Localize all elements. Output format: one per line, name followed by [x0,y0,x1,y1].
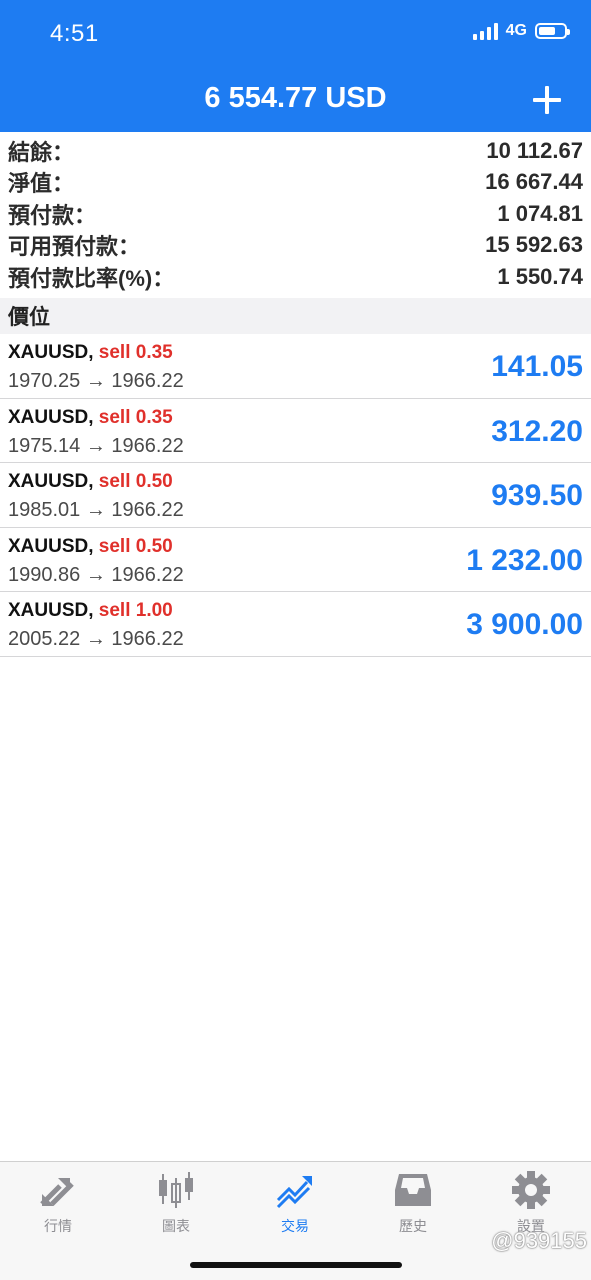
tab-label: 圖表 [162,1218,190,1234]
summary-value: 10 112.67 [486,137,583,163]
summary-row-margin-level: 預付款比率(%)： 1 550.74 [0,261,591,293]
status-icons: 4G [472,22,570,40]
position-row[interactable]: XAUUSD, sell 0.50 1985.01 → 1966.22 939.… [0,463,591,528]
position-symbol: XAUUSD, [8,471,94,492]
position-side: sell 0.35 [98,342,173,363]
tab-settings[interactable]: 設置 [481,1170,581,1236]
tab-history[interactable]: 歷史 [363,1170,463,1236]
position-row[interactable]: XAUUSD, sell 1.00 2005.22 → 1966.22 3 90… [0,592,591,657]
position-row[interactable]: XAUUSD, sell 0.35 1970.25 → 1966.22 141.… [0,334,591,399]
summary-label: 淨值： [8,171,75,197]
status-time: 4:51 [50,20,99,47]
summary-row-margin: 預付款： 1 074.81 [0,198,591,230]
quotes-arrows-icon [40,1178,74,1206]
add-order-button[interactable] [533,86,561,114]
position-profit: 312.20 [491,414,583,448]
position-side: sell 0.35 [98,406,173,428]
summary-label: 預付款： [8,202,97,228]
home-indicator[interactable] [190,1262,402,1268]
position-prices: 1985.01 → 1966.22 [8,499,184,521]
watermark-text: @939155 [491,1228,587,1253]
summary-row-equity: 淨值： 16 667.44 [0,167,591,199]
top-bar: 4:51 4G 6 554.77 USD [0,0,591,132]
position-prices: 1970.25 → 1966.22 [8,370,184,392]
summary-row-free-margin: 可用預付款： 15 592.63 [0,230,591,262]
position-profit: 939.50 [491,479,583,512]
tab-label: 行情 [44,1218,72,1234]
account-balance-title: 6 554.77 USD [204,82,387,114]
position-profit: 141.05 [491,350,583,383]
summary-value: 15 592.63 [485,232,583,258]
signal-icon [472,22,498,40]
tab-chart[interactable]: 圖表 [126,1170,226,1236]
summary-value: 1 074.81 [497,200,583,226]
tab-trade[interactable]: 交易 [245,1170,345,1236]
candlestick-icon [159,1172,193,1208]
summary-value: 1 550.74 [497,263,583,289]
position-symbol: XAUUSD, [8,406,94,428]
position-prices: 1990.86 → 1966.22 [8,563,184,586]
position-prices: 1975.14 → 1966.22 [8,434,184,457]
summary-label: 可用預付款： [8,234,141,260]
position-side: sell 0.50 [98,535,173,557]
tab-label: 歷史 [399,1218,427,1234]
position-prices: 2005.22 → 1966.22 [8,628,184,650]
network-label: 4G [505,22,527,39]
position-profit: 1 232.00 [466,543,583,577]
tab-label: 交易 [281,1218,309,1234]
inbox-history-icon [395,1174,431,1206]
gear-icon [512,1171,550,1209]
summary-row-balance: 結餘： 10 112.67 [0,135,591,167]
position-row[interactable]: XAUUSD, sell 0.35 1975.14 → 1966.22 312.… [0,399,591,463]
tab-quotes[interactable]: 行情 [8,1170,108,1236]
positions-section-header: 價位 [0,298,591,334]
trade-trend-icon [276,1176,312,1209]
summary-label: 預付款比率(%)： [8,265,175,291]
account-summary: 結餘： 10 112.67 淨值： 16 667.44 預付款： 1 074.81 可… [0,135,591,293]
position-symbol: XAUUSD, [8,342,94,363]
position-side: sell 1.00 [98,600,173,621]
summary-label: 結餘： [8,139,75,165]
positions-list: XAUUSD, sell 0.35 1970.25 → 1966.22 141.… [0,334,591,657]
position-symbol: XAUUSD, [8,535,94,557]
position-profit: 3 900.00 [466,608,583,641]
position-symbol: XAUUSD, [8,600,94,621]
battery-icon [535,23,570,39]
position-side: sell 0.50 [98,471,173,492]
summary-value: 16 667.44 [485,169,583,195]
position-row[interactable]: XAUUSD, sell 0.50 1990.86 → 1966.22 1 23… [0,528,591,592]
